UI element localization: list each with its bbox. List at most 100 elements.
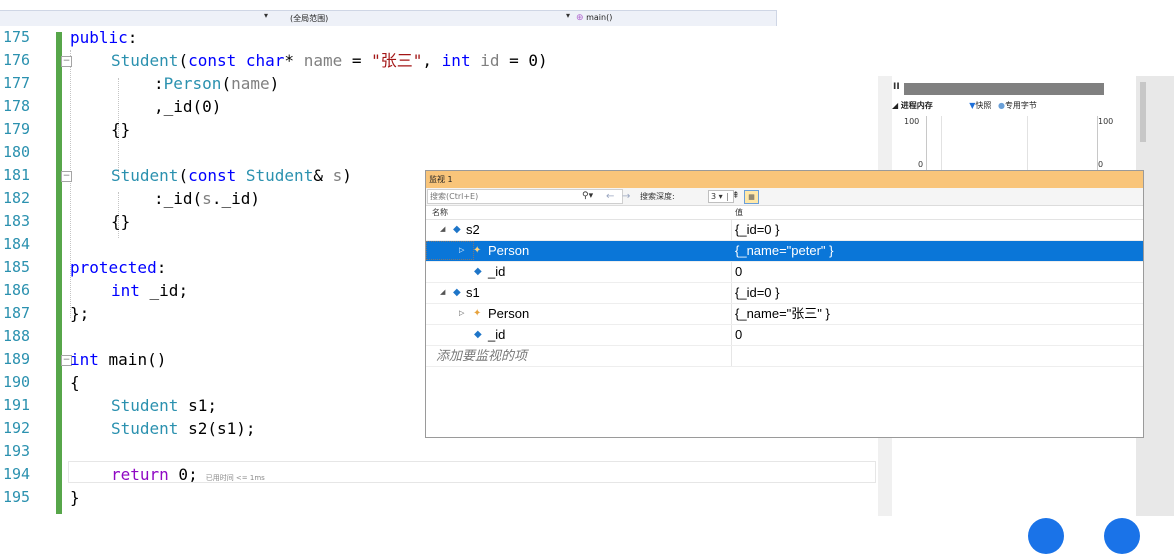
line-number: 183 [3,212,31,230]
object-icon: ◆ [453,224,461,235]
navigation-bar: ▾ (全局范围) ▾ ⊕ main() [0,0,780,28]
base-class-icon: ✦ [473,245,482,256]
expand-toggle-icon[interactable]: ▷ [459,241,464,261]
scope-dropdown-icon[interactable]: ▾ [264,11,268,20]
expand-toggle-icon[interactable]: ◢ [440,283,445,303]
function-dropdown-icon[interactable]: ▾ [566,11,570,20]
expand-toggle-icon[interactable]: ▷ [459,304,464,324]
axis-max-left: 100 [904,117,920,126]
column-separator [731,304,732,324]
watch-name: Person [488,243,530,258]
column-separator [731,325,732,345]
line-number: 186 [3,281,31,299]
watch-name: Person [488,306,530,321]
search-depth-value: 3 [711,192,717,201]
watch-row-s1-id[interactable]: ◆ _id 0 [426,325,1143,346]
function-dropdown[interactable]: ⊕ main() [576,13,612,23]
memory-graph [926,116,1098,172]
column-value-header[interactable]: 值 [735,206,743,219]
line-number: 179 [3,120,31,138]
focus-rectangle [426,241,474,260]
process-memory-label: 进程内存 [900,101,933,110]
pause-icon[interactable]: II [893,82,900,92]
column-separator [731,220,732,240]
watch-toolbar: 搜索(Ctrl+E) ⚲▾ ← → 搜索深度: 3 ▾ | ⇞ ▦ [426,188,1143,206]
code-line: 176 − Student(const char* name = "张三", i… [0,49,878,72]
watch-search-input[interactable]: 搜索(Ctrl+E) [427,189,623,204]
function-label: main() [586,13,613,22]
add-watch-placeholder[interactable]: 添加要监视的项 [436,346,527,366]
watch-window[interactable]: 监视 1 搜索(Ctrl+E) ⚲▾ ← → 搜索深度: 3 ▾ | ⇞ ▦ 名… [425,170,1144,438]
watch-name: _id [488,327,506,342]
line-number: 178 [3,97,31,115]
watch-title-bar[interactable]: 监视 1 [426,171,1143,188]
watch-value[interactable]: {_id=0 } [735,283,779,303]
base-class-icon: ✦ [473,308,482,319]
private-bytes-label: 专用字节 [1004,101,1037,110]
perf-tip[interactable]: 已用时间 <= 1ms [206,474,265,482]
line-number: 193 [3,442,31,460]
line-number: 191 [3,396,31,414]
method-icon: ⊕ [576,13,584,23]
watch-value[interactable]: 0 [735,325,742,345]
code-line: 175 public: [0,26,878,49]
line-number: 177 [3,74,31,92]
watch-row-s1-person[interactable]: ▷ ✦ Person {_name="张三" } [426,304,1143,325]
watch-value[interactable]: 0 [735,262,742,282]
column-name-header[interactable]: 名称 [432,206,448,219]
scope-dropdown[interactable]: (全局范围) [290,13,328,24]
scroll-thumb[interactable] [1140,82,1146,142]
watch-column-header: 名称 值 [426,206,1143,220]
line-number: 192 [3,419,31,437]
line-number: 182 [3,189,31,207]
watch-row-s1[interactable]: ◢ ◆ s1 {_id=0 } [426,283,1143,304]
code-line: 179 {} [0,118,878,141]
collapse-icon[interactable]: − [61,56,72,67]
search-depth-label: 搜索深度: [640,192,675,201]
watch-name: s2 [466,222,480,237]
watch-row-s2[interactable]: ◢ ◆ s2 {_id=0 } [426,220,1143,241]
watch-value[interactable]: {_id=0 } [735,220,779,240]
pin-icon[interactable]: ⇞ [732,188,740,205]
action-button[interactable] [1028,518,1064,554]
line-number: 195 [3,488,31,506]
watch-name: _id [488,264,506,279]
field-icon: ◆ [474,266,482,277]
column-separator [731,241,732,261]
column-separator [731,346,732,366]
watch-add-item-row[interactable]: 添加要监视的项 [426,346,1143,367]
toolbar-separator: | [726,192,729,201]
forward-arrow-icon[interactable]: → [622,188,630,205]
back-arrow-icon[interactable]: ← [606,188,614,205]
collapse-icon[interactable]: − [61,171,72,182]
line-number: 175 [3,28,31,46]
code-line: 195 } [0,486,878,509]
watch-row-s2-person[interactable]: ▷ ✦ Person {_name="peter" } [426,241,1143,262]
line-number: 184 [3,235,31,253]
snapshot-label: 快照 [975,101,992,110]
code-line: 178 ,_id(0) [0,95,878,118]
field-icon: ◆ [474,329,482,340]
line-number: 188 [3,327,31,345]
timeline-bar [904,83,1104,95]
axis-min-right: 0 [1098,160,1104,169]
search-depth-select[interactable]: 3 ▾ [708,190,734,203]
expand-toggle-icon[interactable]: ◢ [440,220,445,240]
line-number: 194 [3,465,31,483]
line-number: 189 [3,350,31,368]
column-separator [731,283,732,303]
expand-icon: ◢ [892,101,899,110]
line-number: 190 [3,373,31,391]
search-icon[interactable]: ⚲▾ [582,188,593,205]
column-separator [731,262,732,282]
object-icon: ◆ [453,287,461,298]
private-bytes-icon: ● [997,101,1005,110]
line-number: 181 [3,166,31,184]
action-button[interactable] [1104,518,1140,554]
watch-row-s2-id[interactable]: ◆ _id 0 [426,262,1143,283]
line-number: 176 [3,51,31,69]
watch-value[interactable]: {_name="peter" } [735,241,834,261]
watch-name: s1 [466,285,480,300]
watch-value[interactable]: {_name="张三" } [735,304,830,324]
hex-display-icon[interactable]: ▦ [744,190,759,204]
